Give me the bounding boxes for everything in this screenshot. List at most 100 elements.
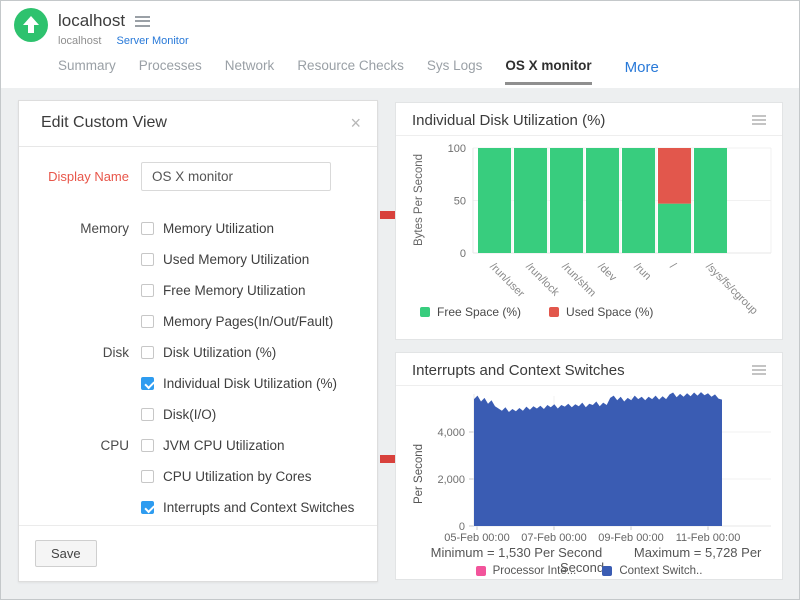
breadcrumb: localhost Server Monitor	[58, 35, 189, 47]
breadcrumb-server-monitor-link[interactable]: Server Monitor	[116, 35, 188, 47]
legend-item[interactable]: Used Space (%)	[549, 305, 653, 319]
option-label: Free Memory Utilization	[163, 283, 306, 298]
option-label: Interrupts and Context Switches	[163, 500, 354, 515]
edit-custom-view-dialog: Edit Custom View × Display Name MemoryMe…	[18, 100, 378, 582]
content-area: Edit Custom View × Display Name MemoryMe…	[0, 88, 800, 600]
svg-text:/run/user: /run/user	[487, 261, 526, 300]
legend-label: Processor Inte...	[493, 565, 577, 577]
option-row: Free Memory Utilization	[19, 281, 377, 299]
bar-segment	[514, 148, 547, 253]
option-row: Used Memory Utilization	[19, 250, 377, 268]
bar-segment	[658, 148, 691, 204]
group-label-memory: Memory	[19, 221, 141, 236]
checkbox-interrupts-and-context-switches[interactable]	[141, 501, 154, 514]
tab-os-x-monitor[interactable]: OS X monitor	[505, 58, 591, 85]
checkbox-used-memory-utilization[interactable]	[141, 253, 154, 266]
legend-swatch	[476, 566, 486, 576]
option-label: CPU Utilization by Cores	[163, 469, 312, 484]
interrupts-chart: 02,0004,00005-Feb 00:0007-Feb 00:0009-Fe…	[396, 386, 782, 544]
tab-resource-checks[interactable]: Resource Checks	[297, 58, 404, 82]
tab-network[interactable]: Network	[225, 58, 275, 82]
bar-segment	[694, 148, 727, 253]
tab-processes[interactable]: Processes	[139, 58, 202, 82]
panel-header: Individual Disk Utilization (%)	[396, 103, 782, 136]
dialog-footer: Save	[19, 525, 377, 581]
svg-text:/dev: /dev	[595, 261, 619, 285]
chart-menu-icon[interactable]	[752, 113, 766, 127]
legend-item[interactable]: Context Switch..	[602, 565, 702, 577]
chart-title: Individual Disk Utilization (%)	[412, 112, 605, 129]
legend-swatch	[420, 307, 430, 317]
legend-label: Free Space (%)	[437, 305, 521, 319]
disk-utilization-panel: Individual Disk Utilization (%) 0 50 100 By…	[395, 102, 783, 340]
group-label-disk: Disk	[19, 345, 141, 360]
hamburger-menu-icon[interactable]	[135, 13, 150, 29]
bar-segment	[550, 148, 583, 253]
checkbox-memory-pages-in-out-fault-[interactable]	[141, 315, 154, 328]
monitor-title: localhost	[58, 11, 125, 31]
more-link[interactable]: More	[625, 59, 659, 76]
legend-label: Used Space (%)	[566, 305, 653, 319]
option-label: Memory Utilization	[163, 221, 274, 236]
chart-menu-icon[interactable]	[752, 363, 766, 377]
svg-text:0: 0	[460, 248, 466, 260]
close-icon[interactable]: ×	[350, 113, 361, 134]
option-row: Disk Disk Utilization (%)	[19, 343, 377, 361]
checkbox-memory-utilization[interactable]	[141, 222, 154, 235]
chart-title: Interrupts and Context Switches	[412, 362, 625, 379]
tab-sys-logs[interactable]: Sys Logs	[427, 58, 483, 82]
svg-text:Bytes Per Second: Bytes Per Second	[413, 154, 425, 246]
option-label: Memory Pages(In/Out/Fault)	[163, 314, 333, 329]
svg-text:/: /	[667, 261, 678, 272]
svg-text:4,000: 4,000	[437, 427, 465, 439]
interrupts-panel: Interrupts and Context Switches 02,0004,…	[395, 352, 783, 580]
checkbox-jvm-cpu-utilization[interactable]	[141, 439, 154, 452]
legend-swatch	[602, 566, 612, 576]
tab-summary[interactable]: Summary	[58, 58, 116, 82]
svg-text:/sys/fs/cgroup: /sys/fs/cgroup	[703, 261, 759, 317]
svg-text:05-Feb 00:00: 05-Feb 00:00	[444, 532, 509, 544]
option-label: Disk Utilization (%)	[163, 345, 276, 360]
dialog-header: Edit Custom View ×	[19, 101, 377, 147]
panel-header: Interrupts and Context Switches	[396, 353, 782, 386]
svg-text:/run/shm: /run/shm	[559, 261, 598, 300]
checkbox-disk-i-o-[interactable]	[141, 408, 154, 421]
checkbox-free-memory-utilization[interactable]	[141, 284, 154, 297]
svg-text:07-Feb 00:00: 07-Feb 00:00	[521, 532, 586, 544]
option-row: Interrupts and Context Switches	[19, 498, 377, 516]
bar-segment	[658, 204, 691, 253]
svg-text:/run/lock: /run/lock	[523, 261, 561, 299]
save-button[interactable]: Save	[35, 540, 97, 567]
metric-option-list: Memory Memory Utilization Used Memory Util…	[19, 219, 377, 516]
option-row: CPU Utilization by Cores	[19, 467, 377, 485]
option-label: Used Memory Utilization	[163, 252, 309, 267]
option-label: JVM CPU Utilization	[163, 438, 285, 453]
svg-text:50: 50	[454, 196, 466, 208]
option-label: Disk(I/O)	[163, 407, 216, 422]
option-row: Memory Memory Utilization	[19, 219, 377, 237]
svg-text:2,000: 2,000	[437, 474, 465, 486]
legend-item[interactable]: Processor Inte...	[476, 565, 577, 577]
svg-text:100: 100	[448, 143, 466, 155]
svg-text:Per Second: Per Second	[413, 444, 425, 504]
checkbox-disk-utilization-[interactable]	[141, 346, 154, 359]
group-label-cpu: CPU	[19, 438, 141, 453]
svg-text:11-Feb 00:00: 11-Feb 00:00	[676, 532, 741, 544]
page-header: localhost localhost Server Monitor Summa…	[0, 0, 800, 88]
legend-item[interactable]: Free Space (%)	[420, 305, 521, 319]
option-row: Individual Disk Utilization (%)	[19, 374, 377, 392]
checkbox-cpu-utilization-by-cores[interactable]	[141, 470, 154, 483]
bar-segment	[586, 148, 619, 253]
monitor-status-icon	[14, 8, 48, 42]
bar-segment	[622, 148, 655, 253]
option-label: Individual Disk Utilization (%)	[163, 376, 337, 391]
display-name-label: Display Name	[19, 169, 141, 184]
tab-bar: Summary Processes Network Resource Checks Sy…	[58, 58, 659, 85]
area-series	[474, 392, 722, 526]
chart-legend: Processor Inte... Context Switch..	[396, 565, 782, 577]
legend-swatch	[549, 307, 559, 317]
chart-legend: Free Space (%) Used Space (%)	[420, 305, 653, 319]
svg-text:09-Feb 00:00: 09-Feb 00:00	[598, 532, 663, 544]
display-name-input[interactable]	[141, 162, 331, 191]
checkbox-individual-disk-utilization-[interactable]	[141, 377, 154, 390]
